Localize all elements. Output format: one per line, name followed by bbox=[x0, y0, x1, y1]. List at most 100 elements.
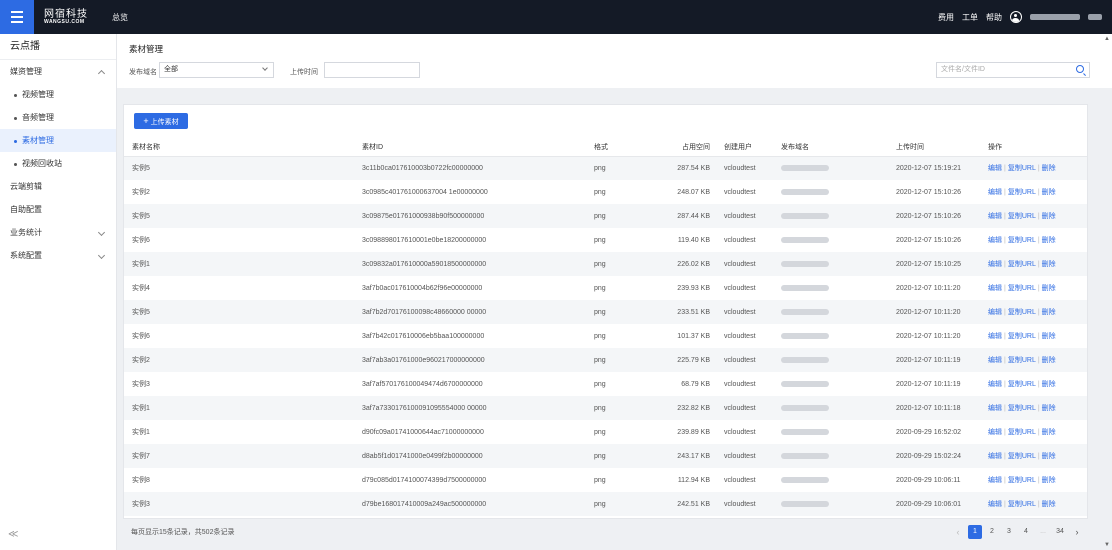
hamburger-menu-icon[interactable] bbox=[0, 0, 34, 34]
nav-help[interactable]: 帮助 bbox=[986, 12, 1002, 23]
cell-name: 实例6 bbox=[132, 333, 150, 340]
page-3[interactable]: 3 bbox=[1002, 525, 1016, 539]
sidebar-item-media[interactable]: 媒资管理 bbox=[0, 60, 116, 83]
copy-url-link[interactable]: 复制URL bbox=[1008, 381, 1036, 388]
domain-redacted bbox=[781, 284, 829, 291]
sidebar-item-material[interactable]: 素材管理 bbox=[0, 129, 116, 152]
cell-ops: 编辑 | 复制URL | 删除 bbox=[980, 156, 1087, 180]
edit-link[interactable]: 编辑 bbox=[988, 357, 1002, 364]
sidebar-item-audio[interactable]: 音频管理 bbox=[0, 106, 116, 129]
edit-link[interactable]: 编辑 bbox=[988, 429, 1002, 436]
delete-link[interactable]: 删除 bbox=[1042, 501, 1056, 508]
delete-link[interactable]: 删除 bbox=[1042, 357, 1056, 364]
page-2[interactable]: 2 bbox=[985, 525, 999, 539]
copy-url-link[interactable]: 复制URL bbox=[1008, 501, 1036, 508]
edit-link[interactable]: 编辑 bbox=[988, 477, 1002, 484]
delete-link[interactable]: 删除 bbox=[1042, 213, 1056, 220]
search-icon[interactable] bbox=[1076, 65, 1084, 73]
upload-time-input[interactable] bbox=[324, 62, 420, 78]
copy-url-link[interactable]: 复制URL bbox=[1008, 477, 1036, 484]
sidebar-item-system[interactable]: 系统配置 bbox=[0, 244, 116, 267]
cell-user: vcloudtest bbox=[716, 252, 773, 276]
nav-overview[interactable]: 总览 bbox=[112, 12, 128, 23]
table-row: 实例8 d79c085d0174100074399d7500000000 png 11… bbox=[124, 468, 1087, 492]
nav-tickets[interactable]: 工单 bbox=[962, 12, 978, 23]
copy-url-link[interactable]: 复制URL bbox=[1008, 261, 1036, 268]
table-row: 实例5 3c11b0ca017610003b0722fc00000000 png 28… bbox=[124, 156, 1087, 180]
edit-link[interactable]: 编辑 bbox=[988, 285, 1002, 292]
domain-redacted bbox=[781, 164, 829, 171]
edit-link[interactable]: 编辑 bbox=[988, 453, 1002, 460]
copy-url-link[interactable]: 复制URL bbox=[1008, 189, 1036, 196]
next-page-button[interactable]: › bbox=[1070, 525, 1084, 539]
separator: | bbox=[1004, 453, 1006, 460]
cell-format: png bbox=[594, 476, 606, 484]
delete-link[interactable]: 删除 bbox=[1042, 477, 1056, 484]
edit-link[interactable]: 编辑 bbox=[988, 333, 1002, 340]
copy-url-link[interactable]: 复制URL bbox=[1008, 453, 1036, 460]
domain-redacted bbox=[781, 332, 829, 339]
edit-link[interactable]: 编辑 bbox=[988, 213, 1002, 220]
copy-url-link[interactable]: 复制URL bbox=[1008, 357, 1036, 364]
edit-link[interactable]: 编辑 bbox=[988, 189, 1002, 196]
page-34[interactable]: 34 bbox=[1053, 525, 1067, 539]
copy-url-link[interactable]: 复制URL bbox=[1008, 429, 1036, 436]
copy-url-link[interactable]: 复制URL bbox=[1008, 285, 1036, 292]
sidebar-collapse-icon[interactable]: ≪ bbox=[8, 529, 18, 540]
edit-link[interactable]: 编辑 bbox=[988, 165, 1002, 172]
cell-size: 101.37 KB bbox=[677, 332, 710, 340]
delete-link[interactable]: 删除 bbox=[1042, 285, 1056, 292]
cell-domain bbox=[773, 396, 888, 420]
separator: | bbox=[1004, 405, 1006, 412]
delete-link[interactable]: 删除 bbox=[1042, 309, 1056, 316]
copy-url-link[interactable]: 复制URL bbox=[1008, 213, 1036, 220]
sidebar-item-video[interactable]: 视频管理 bbox=[0, 83, 116, 106]
page-1[interactable]: 1 bbox=[968, 525, 982, 539]
prev-page-button[interactable]: ‹ bbox=[951, 525, 965, 539]
scroll-up-icon[interactable]: ▲ bbox=[1104, 36, 1110, 42]
delete-link[interactable]: 删除 bbox=[1042, 429, 1056, 436]
cell-format: png bbox=[586, 156, 648, 180]
upload-material-button[interactable]: + 上传素材 bbox=[134, 113, 188, 129]
delete-link[interactable]: 删除 bbox=[1042, 405, 1056, 412]
page-4[interactable]: 4 bbox=[1019, 525, 1033, 539]
copy-url-link[interactable]: 复制URL bbox=[1008, 237, 1036, 244]
edit-link[interactable]: 编辑 bbox=[988, 405, 1002, 412]
delete-link[interactable]: 删除 bbox=[1042, 261, 1056, 268]
edit-link[interactable]: 编辑 bbox=[988, 237, 1002, 244]
copy-url-link[interactable]: 复制URL bbox=[1008, 165, 1036, 172]
user-extra-redacted[interactable] bbox=[1088, 14, 1102, 20]
delete-link[interactable]: 删除 bbox=[1042, 381, 1056, 388]
delete-link[interactable]: 删除 bbox=[1042, 237, 1056, 244]
separator: | bbox=[1004, 477, 1006, 484]
scroll-down-icon[interactable]: ▼ bbox=[1104, 542, 1110, 548]
brand-logo[interactable]: 网宿科技 WANGSU.COM bbox=[44, 9, 88, 25]
user-name-redacted[interactable] bbox=[1030, 14, 1080, 20]
copy-url-link[interactable]: 复制URL bbox=[1008, 405, 1036, 412]
user-avatar-icon[interactable] bbox=[1010, 11, 1022, 23]
cell-id: d79be168017410009a249ac500000000 bbox=[354, 492, 586, 516]
cell-name: 实例1 bbox=[124, 252, 354, 276]
sidebar-item-recycle[interactable]: 视频回收站 bbox=[0, 152, 116, 175]
delete-link[interactable]: 删除 bbox=[1042, 453, 1056, 460]
cell-user: vcloudtest bbox=[724, 188, 756, 196]
cell-domain bbox=[773, 228, 888, 252]
edit-link[interactable]: 编辑 bbox=[988, 309, 1002, 316]
edit-link[interactable]: 编辑 bbox=[988, 261, 1002, 268]
copy-url-link[interactable]: 复制URL bbox=[1008, 333, 1036, 340]
delete-link[interactable]: 删除 bbox=[1042, 333, 1056, 340]
edit-link[interactable]: 编辑 bbox=[988, 501, 1002, 508]
cell-id: 3c0985c401761000637004 1e00000000 bbox=[362, 188, 488, 196]
nav-billing[interactable]: 费用 bbox=[938, 12, 954, 23]
sidebar-item-self-config[interactable]: 自助配置 bbox=[0, 198, 116, 221]
search-input[interactable]: 文件名/文件ID bbox=[936, 62, 1090, 78]
copy-url-link[interactable]: 复制URL bbox=[1008, 309, 1036, 316]
domain-select[interactable]: 全部 bbox=[159, 62, 274, 78]
delete-link[interactable]: 删除 bbox=[1042, 165, 1056, 172]
sidebar-item-cloud-edit[interactable]: 云端剪辑 bbox=[0, 175, 116, 198]
edit-link[interactable]: 编辑 bbox=[988, 381, 1002, 388]
sidebar-item-stats[interactable]: 业务统计 bbox=[0, 221, 116, 244]
delete-link[interactable]: 删除 bbox=[1042, 189, 1056, 196]
domain-redacted bbox=[781, 500, 829, 507]
separator: | bbox=[1037, 429, 1040, 436]
